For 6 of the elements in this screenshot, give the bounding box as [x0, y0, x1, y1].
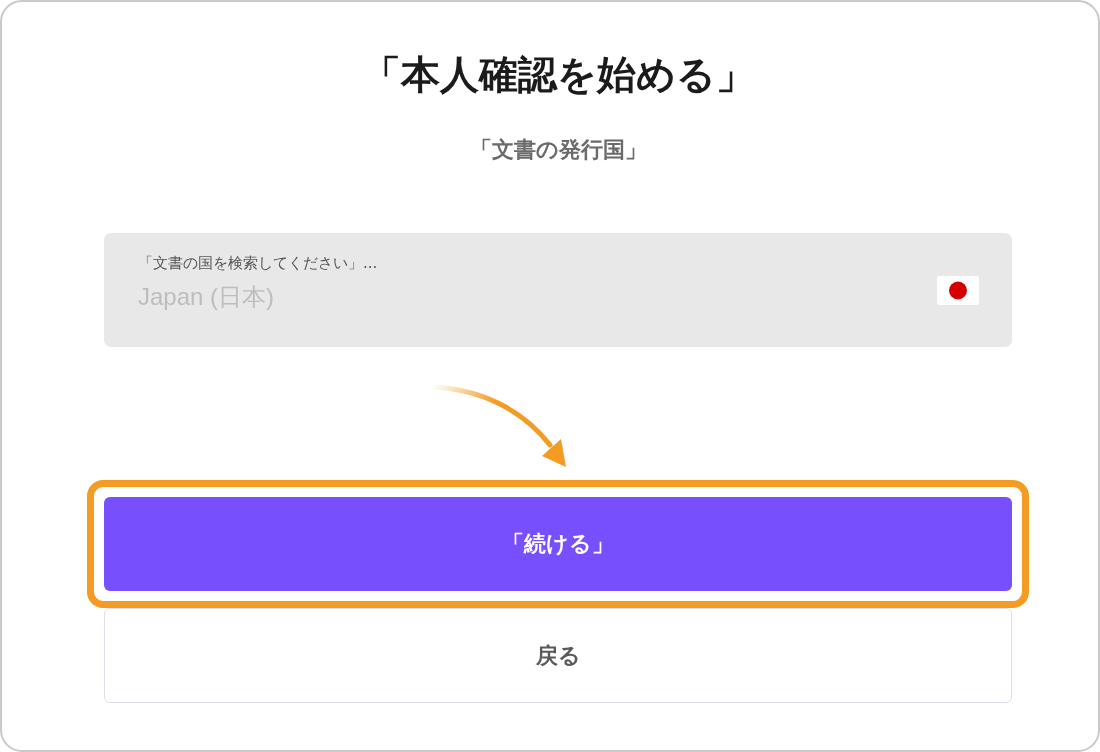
flag-icon: [937, 276, 979, 305]
section-subtitle: 「文書の発行国」: [469, 136, 647, 164]
page-title: 「本人確認を始める」: [361, 51, 755, 99]
back-button[interactable]: 戻る: [104, 608, 1012, 703]
field-label: 「文書の国を検索してください」...: [138, 253, 378, 273]
continue-button[interactable]: 「続ける」: [104, 497, 1012, 591]
